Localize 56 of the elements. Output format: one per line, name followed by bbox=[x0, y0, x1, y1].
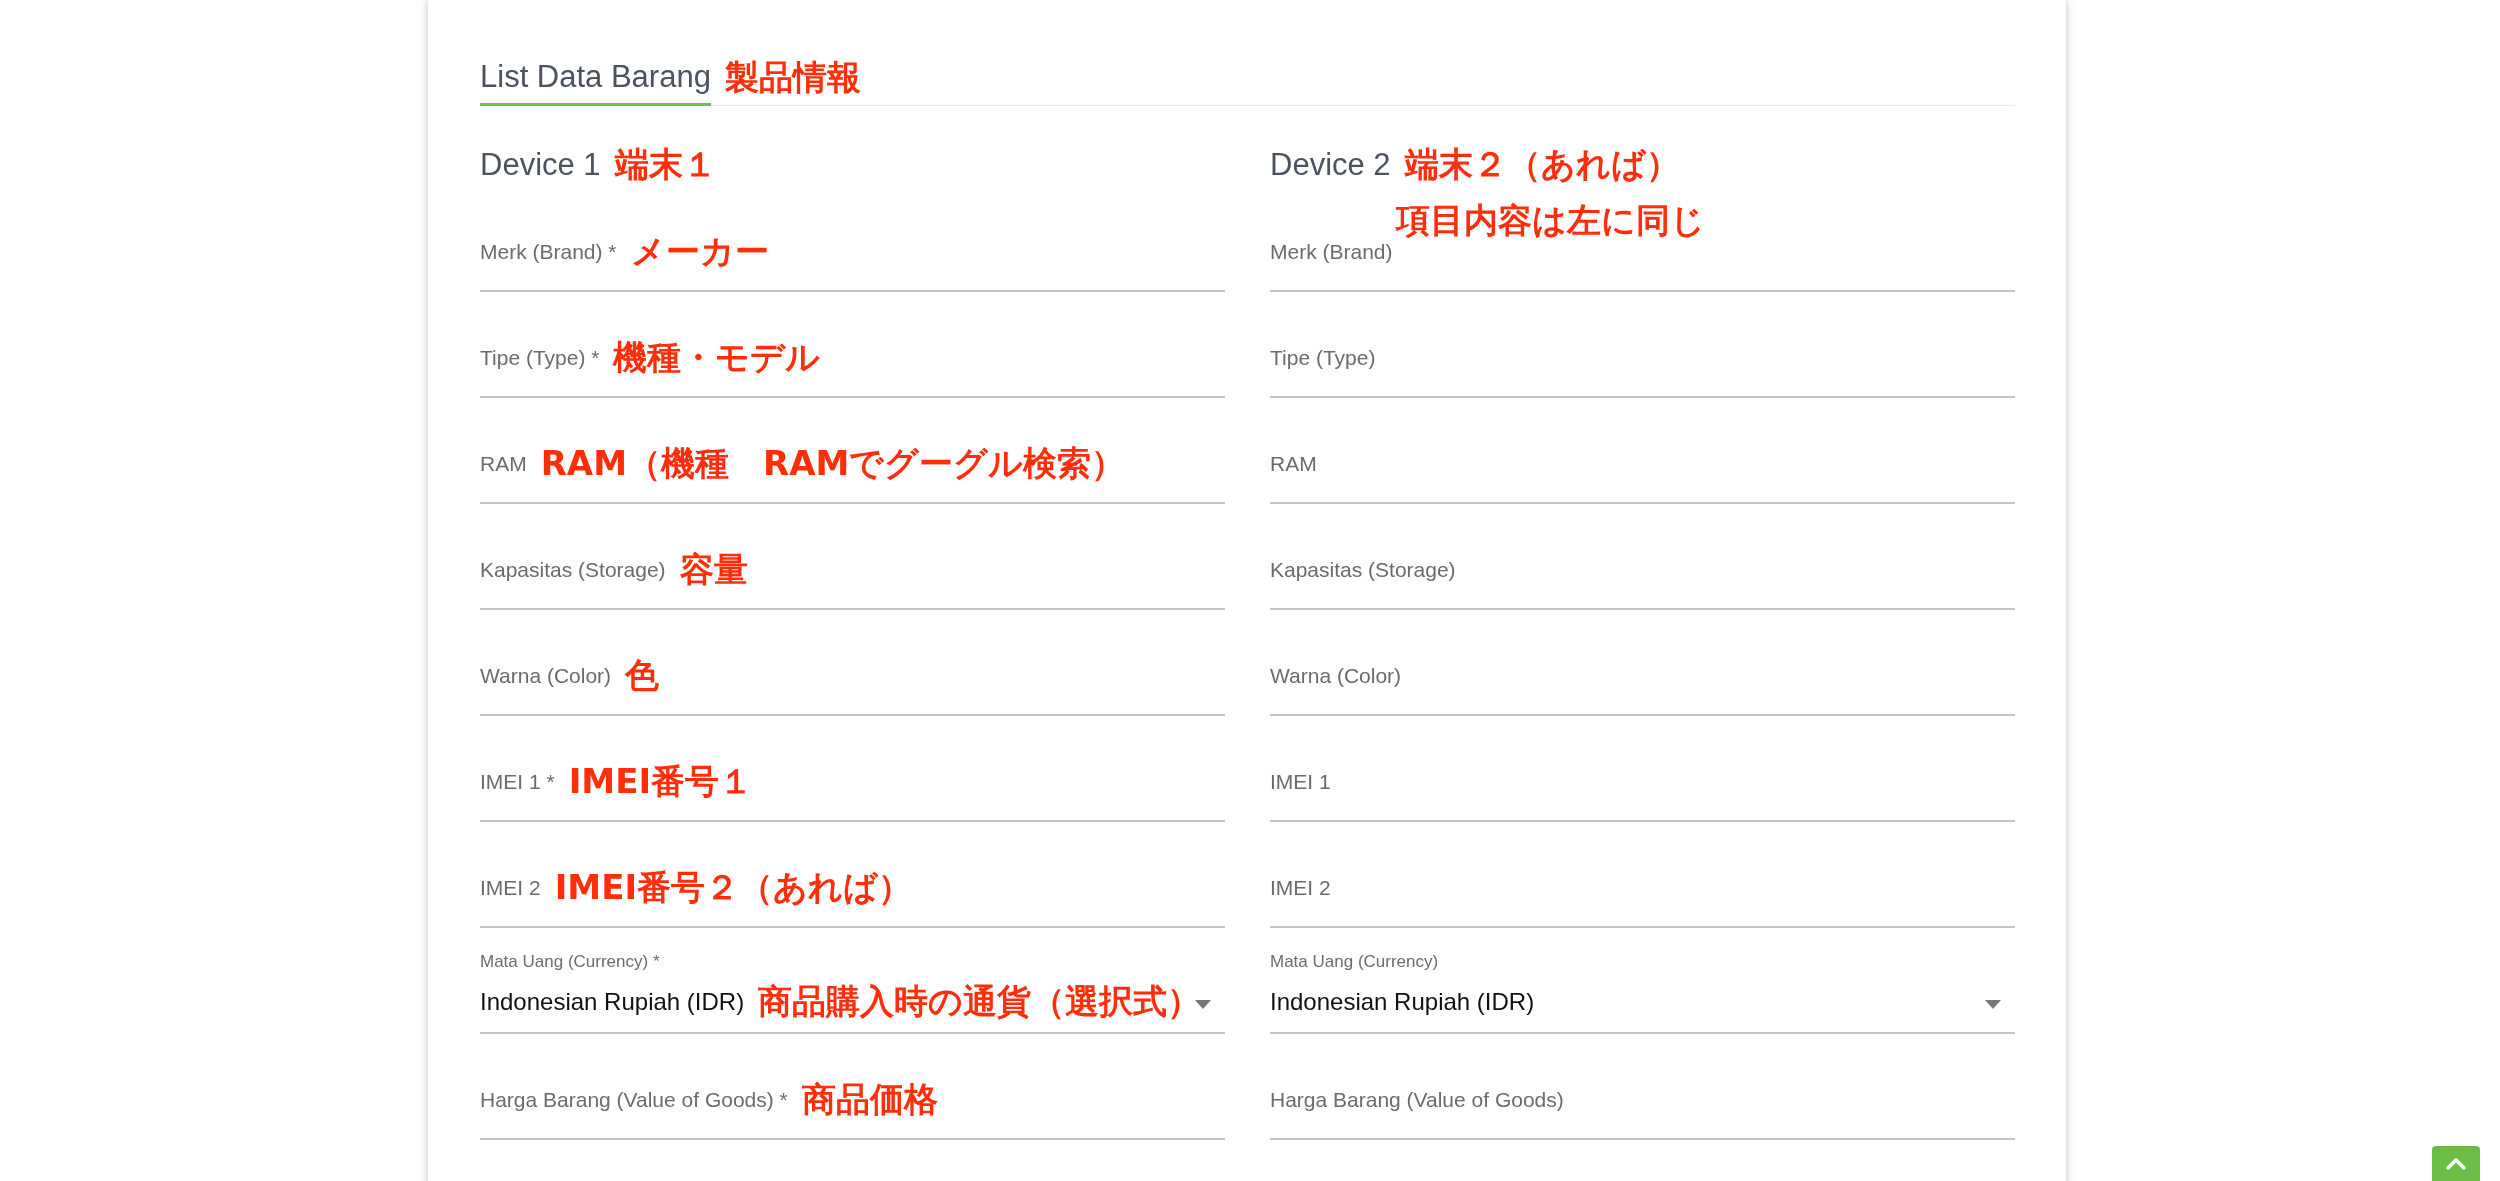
device-heading: Device 1 bbox=[480, 147, 601, 183]
dropdown-value: Indonesian Rupiah (IDR) bbox=[1270, 988, 1535, 1016]
field-label: IMEI 2 bbox=[480, 876, 541, 900]
field-label: Mata Uang (Currency) * bbox=[480, 952, 661, 972]
field-label: IMEI 1 bbox=[1270, 770, 1331, 794]
currency-dropdown[interactable]: Indonesian Rupiah (IDR) bbox=[1270, 982, 2015, 1034]
annotation-text: 機種・モデル bbox=[613, 339, 821, 377]
input-field[interactable]: Warna (Color) bbox=[1270, 656, 2015, 716]
field-label: Mata Uang (Currency) bbox=[1270, 952, 1440, 972]
field-label: Warna (Color) bbox=[1270, 664, 1402, 688]
input-field[interactable]: Harga Barang (Value of Goods) bbox=[1270, 1080, 2015, 1140]
annotation-text: 商品購入時の通貨（選択式） bbox=[758, 983, 1202, 1021]
annotation-text: IMEI番号２（あれば） bbox=[554, 869, 913, 907]
field-label: Harga Barang (Value of Goods) bbox=[1270, 1088, 1564, 1112]
annotation-text: RAM（機種 RAMでグーグル検索） bbox=[540, 445, 1126, 483]
field-label: Kapasitas (Storage) bbox=[480, 558, 666, 582]
annotation-text: IMEI番号１ bbox=[568, 763, 754, 801]
field-label: Merk (Brand) * bbox=[480, 240, 617, 264]
input-field[interactable]: Kapasitas (Storage) bbox=[1270, 550, 2015, 610]
dropdown-value: Indonesian Rupiah (IDR) bbox=[480, 988, 745, 1016]
chevron-up-icon bbox=[2446, 1158, 2466, 1170]
currency-dropdown[interactable]: Indonesian Rupiah (IDR) 商品購入時の通貨（選択式） bbox=[480, 982, 1225, 1034]
annotation-text: 製品情報 bbox=[724, 58, 861, 97]
input-field[interactable]: IMEI 2 bbox=[1270, 868, 2015, 928]
caret-icon bbox=[1195, 1000, 1211, 1009]
input-field[interactable]: RAM RAM（機種 RAMでグーグル検索） bbox=[480, 444, 1225, 504]
tab[interactable]: List Data Barang bbox=[480, 50, 711, 106]
field-label: RAM bbox=[1270, 452, 1317, 476]
input-field[interactable]: Merk (Brand) * メーカー bbox=[480, 232, 1225, 292]
field-label: Tipe (Type) bbox=[1270, 346, 1376, 370]
input-field[interactable]: Tipe (Type) * 機種・モデル bbox=[480, 338, 1225, 398]
scroll-top-button[interactable] bbox=[2432, 1146, 2480, 1181]
field-label: RAM bbox=[480, 452, 527, 476]
annotation-text: メーカー bbox=[630, 233, 769, 271]
field-label: Merk (Brand) bbox=[1270, 240, 1393, 264]
input-field[interactable]: IMEI 1 bbox=[1270, 762, 2015, 822]
input-field[interactable]: RAM bbox=[1270, 444, 2015, 504]
field-label: IMEI 1 * bbox=[480, 770, 555, 794]
field-label: Warna (Color) bbox=[480, 664, 612, 688]
field-label: Harga Barang (Value of Goods) * bbox=[480, 1088, 788, 1112]
annotation-text: 商品価格 bbox=[801, 1081, 938, 1119]
input-field[interactable]: IMEI 1 * IMEI番号１ bbox=[480, 762, 1225, 822]
field-label: Kapasitas (Storage) bbox=[1270, 558, 1456, 582]
field-label: IMEI 2 bbox=[1270, 876, 1331, 900]
input-field[interactable]: Warna (Color) 色 bbox=[480, 656, 1225, 716]
annotation-text: 端末１ bbox=[614, 146, 717, 184]
input-field[interactable]: Harga Barang (Value of Goods) * 商品価格 bbox=[480, 1080, 1225, 1140]
input-field[interactable]: IMEI 2 IMEI番号２（あれば） bbox=[480, 868, 1225, 928]
annotation-text: 容量 bbox=[679, 551, 748, 589]
annotation-text: 色 bbox=[625, 657, 660, 695]
field-label: Tipe (Type) * bbox=[480, 346, 600, 370]
input-field[interactable]: Kapasitas (Storage) 容量 bbox=[480, 550, 1225, 610]
device-heading: Device 2 bbox=[1270, 147, 1391, 183]
input-field[interactable]: Tipe (Type) bbox=[1270, 338, 2015, 398]
caret-icon bbox=[1985, 1000, 2001, 1009]
annotation-text: 端末２（あれば） bbox=[1404, 146, 1680, 184]
